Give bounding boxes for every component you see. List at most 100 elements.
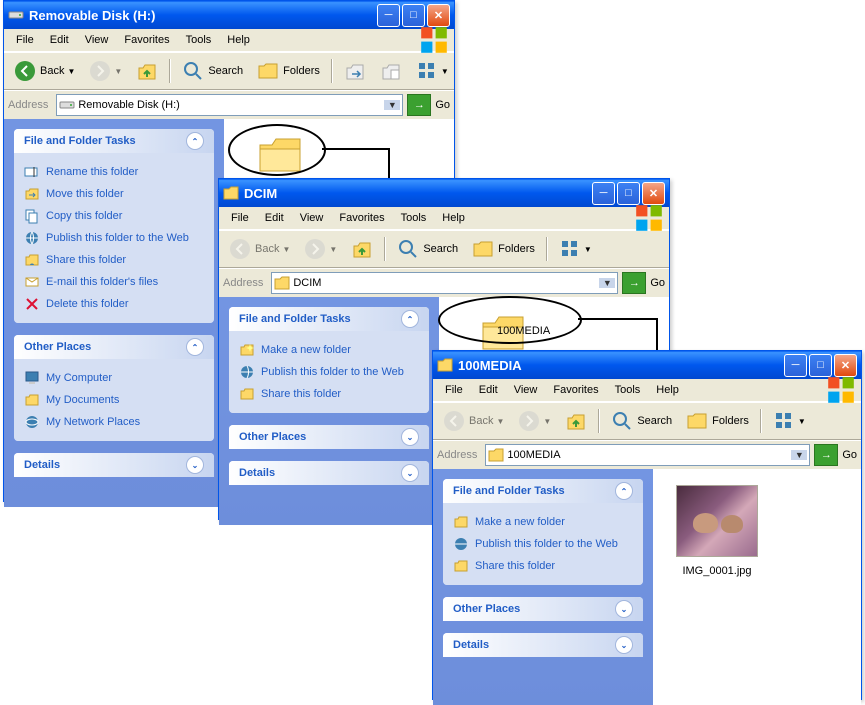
search-button[interactable]: Search	[176, 57, 249, 85]
task-publish[interactable]: Publish this folder to the Web	[453, 533, 633, 555]
folders-button[interactable]: Folders	[680, 407, 755, 435]
up-icon	[351, 238, 373, 260]
menu-help[interactable]: Help	[648, 381, 687, 399]
menu-favorites[interactable]: Favorites	[545, 381, 606, 399]
address-dropdown[interactable]: ▼	[384, 100, 400, 110]
file-img0001[interactable]: IMG_0001.jpg	[669, 485, 765, 577]
explorer-window-100media: 100MEDIA ─ □ ✕ File Edit View Favorites …	[432, 350, 862, 700]
new-folder-icon	[239, 342, 255, 358]
address-field[interactable]: 100MEDIA ▼	[485, 444, 810, 466]
panel-header[interactable]: File and Folder Tasks⌃	[443, 479, 643, 503]
go-button[interactable]: →	[622, 272, 646, 294]
menu-tools[interactable]: Tools	[607, 381, 649, 399]
views-button[interactable]: ▼	[553, 235, 598, 263]
back-button[interactable]: Back▼	[223, 235, 296, 263]
go-button[interactable]: →	[407, 94, 431, 116]
panel-header[interactable]: Other Places⌄	[229, 425, 429, 449]
menu-file[interactable]: File	[8, 31, 42, 49]
task-delete[interactable]: Delete this folder	[24, 293, 204, 315]
place-network[interactable]: My Network Places	[24, 411, 204, 433]
expand-icon: ⌄	[615, 600, 633, 618]
panel-header[interactable]: Details⌄	[14, 453, 214, 477]
computer-icon	[24, 370, 40, 386]
forward-button[interactable]: ▼	[298, 235, 343, 263]
copy-to-button[interactable]	[374, 57, 408, 85]
search-button[interactable]: Search	[605, 407, 678, 435]
menu-favorites[interactable]: Favorites	[331, 209, 392, 227]
place-my-computer[interactable]: My Computer	[24, 367, 204, 389]
panel-header[interactable]: Other Places⌃	[14, 335, 214, 359]
views-button[interactable]: ▼	[767, 407, 812, 435]
task-publish[interactable]: Publish this folder to the Web	[24, 227, 204, 249]
menu-view[interactable]: View	[506, 381, 546, 399]
documents-icon	[24, 392, 40, 408]
search-button[interactable]: Search	[391, 235, 464, 263]
task-move[interactable]: Move this folder	[24, 183, 204, 205]
address-field[interactable]: Removable Disk (H:) ▼	[56, 94, 403, 116]
back-button[interactable]: Back▼	[8, 57, 81, 85]
move-to-button[interactable]	[338, 57, 372, 85]
task-new-folder[interactable]: Make a new folder	[453, 511, 633, 533]
menu-file[interactable]: File	[223, 209, 257, 227]
up-button[interactable]	[130, 57, 164, 85]
panel-header[interactable]: Details⌄	[229, 461, 429, 485]
forward-button[interactable]: ▼	[83, 57, 128, 85]
back-icon	[229, 238, 251, 260]
search-icon	[397, 238, 419, 260]
up-button[interactable]	[559, 407, 593, 435]
task-copy[interactable]: Copy this folder	[24, 205, 204, 227]
panel-header[interactable]: Details⌄	[443, 633, 643, 657]
menu-edit[interactable]: Edit	[257, 209, 292, 227]
address-dropdown[interactable]: ▼	[791, 450, 807, 460]
task-new-folder[interactable]: Make a new folder	[239, 339, 419, 361]
minimize-button[interactable]: ─	[784, 354, 807, 377]
folder-100media[interactable]: 100MEDIA	[455, 313, 550, 337]
panel-header[interactable]: File and Folder Tasks⌃	[229, 307, 429, 331]
folders-button[interactable]: Folders	[251, 57, 326, 85]
views-icon	[416, 60, 438, 82]
menu-view[interactable]: View	[292, 209, 332, 227]
folders-button[interactable]: Folders	[466, 235, 541, 263]
task-email[interactable]: E-mail this folder's files	[24, 271, 204, 293]
titlebar[interactable]: 100MEDIA ─ □ ✕	[433, 351, 861, 379]
titlebar[interactable]: DCIM ─ □ ✕	[219, 179, 669, 207]
menu-file[interactable]: File	[437, 381, 471, 399]
file-area[interactable]: IMG_0001.jpg	[653, 469, 861, 705]
views-button[interactable]: ▼	[410, 57, 455, 85]
menubar: File Edit View Favorites Tools Help	[433, 379, 861, 402]
menu-help[interactable]: Help	[219, 31, 258, 49]
task-share[interactable]: Share this folder	[24, 249, 204, 271]
minimize-button[interactable]: ─	[377, 4, 400, 27]
address-field[interactable]: DCIM ▼	[271, 272, 618, 294]
window-title: 100MEDIA	[458, 358, 522, 373]
panel-header[interactable]: File and Folder Tasks⌃	[14, 129, 214, 153]
folder-icon	[437, 357, 453, 373]
image-thumbnail	[676, 485, 758, 557]
menu-tools[interactable]: Tools	[178, 31, 220, 49]
move-icon	[344, 60, 366, 82]
place-my-documents[interactable]: My Documents	[24, 389, 204, 411]
menu-edit[interactable]: Edit	[471, 381, 506, 399]
task-publish[interactable]: Publish this folder to the Web	[239, 361, 419, 383]
menu-view[interactable]: View	[77, 31, 117, 49]
go-button[interactable]: →	[814, 444, 838, 466]
task-rename[interactable]: Rename this folder	[24, 161, 204, 183]
menu-tools[interactable]: Tools	[393, 209, 435, 227]
folders-icon	[472, 238, 494, 260]
menubar: File Edit View Favorites Tools Help	[4, 29, 454, 52]
forward-button[interactable]: ▼	[512, 407, 557, 435]
task-share[interactable]: Share this folder	[239, 383, 419, 405]
menu-favorites[interactable]: Favorites	[116, 31, 177, 49]
panel-header[interactable]: Other Places⌄	[443, 597, 643, 621]
task-share[interactable]: Share this folder	[453, 555, 633, 577]
file-folder-tasks-panel: File and Folder Tasks⌃ Rename this folde…	[14, 129, 214, 323]
titlebar[interactable]: Removable Disk (H:) ─ □ ✕	[4, 1, 454, 29]
delete-icon	[24, 296, 40, 312]
menu-edit[interactable]: Edit	[42, 31, 77, 49]
menu-help[interactable]: Help	[434, 209, 473, 227]
address-dropdown[interactable]: ▼	[599, 278, 615, 288]
back-button[interactable]: Back▼	[437, 407, 510, 435]
up-button[interactable]	[345, 235, 379, 263]
minimize-button[interactable]: ─	[592, 182, 615, 205]
details-panel: Details⌄	[14, 453, 214, 477]
